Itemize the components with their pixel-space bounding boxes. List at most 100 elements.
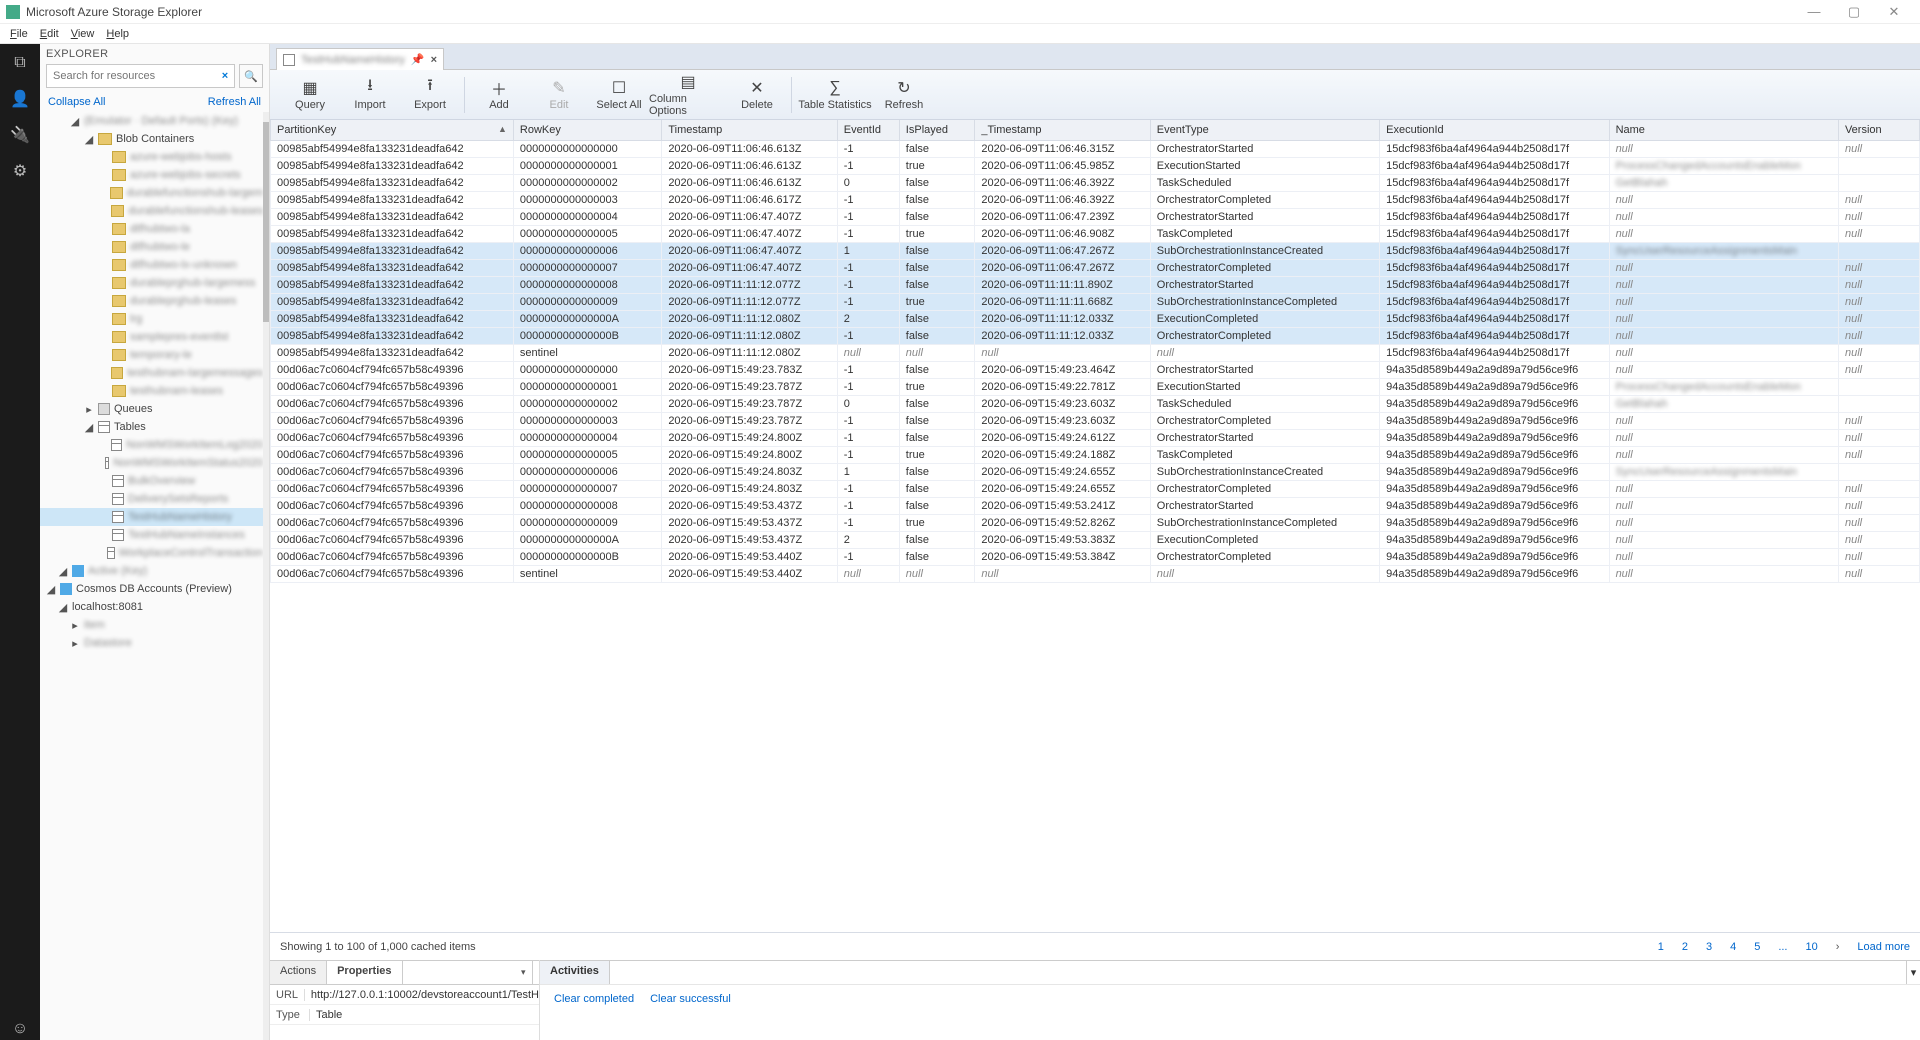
tree-item[interactable]: ◢Blob Containers [40,130,263,148]
page-link[interactable]: 4 [1730,941,1736,953]
maximize-button[interactable]: ▢ [1834,4,1874,20]
page-link[interactable]: 5 [1754,941,1760,953]
next-page-icon[interactable]: › [1836,941,1840,953]
expand-icon[interactable]: ◢ [58,601,68,614]
table-row[interactable]: 00d06ac7c0604cf794fc657b58c4939600000000… [271,498,1920,515]
menu-view[interactable]: View [65,28,101,40]
activities-dropdown[interactable]: ▾ [1906,961,1920,984]
table-row[interactable]: 00985abf54994e8fa133231deadfa64200000000… [271,277,1920,294]
tree-scrollbar[interactable] [263,112,269,1040]
table-row[interactable]: 00985abf54994e8fa133231deadfa64200000000… [271,243,1920,260]
clear-completed-link[interactable]: Clear completed [554,993,634,1005]
tree-item[interactable]: ▸ Datastore [40,634,263,652]
tab-active[interactable]: TestHubNameHistory 📌 × [276,48,444,70]
tab-activities[interactable]: Activities [540,961,610,984]
tree-item[interactable]: NonWMSWorkItemStatus2020 [40,454,263,472]
selectall-button[interactable]: ☐Select All [589,79,649,111]
refresh-all-link[interactable]: Refresh All [208,96,261,108]
feedback-icon[interactable]: ☺ [9,1018,31,1040]
tree-item[interactable]: azure-webjobs-secrets [40,166,263,184]
menu-file[interactable]: File [4,28,34,40]
expand-icon[interactable]: ▸ [84,403,94,416]
resource-tree[interactable]: ◢(Emulator · Default Ports) (Key)◢Blob C… [40,112,263,1040]
expand-icon[interactable]: ◢ [46,583,56,596]
table-row[interactable]: 00d06ac7c0604cf794fc657b58c4939600000000… [271,447,1920,464]
tree-item[interactable]: temporary-le [40,346,263,364]
tree-item[interactable]: ◢Cosmos DB Accounts (Preview) [40,580,263,598]
table-row[interactable]: 00d06ac7c0604cf794fc657b58c4939600000000… [271,362,1920,379]
tree-item[interactable]: ◢localhost:8081 [40,598,263,616]
connect-icon[interactable]: 🔌 [9,124,31,146]
tree-item[interactable]: ◢(Emulator · Default Ports) (Key) [40,112,263,130]
table-row[interactable]: 00985abf54994e8fa133231deadfa64200000000… [271,260,1920,277]
prop-url-value[interactable]: http://127.0.0.1:10002/devstoreaccount1/… [305,989,539,1001]
tree-item[interactable]: dtfhubtwo-la [40,220,263,238]
table-area[interactable]: PartitionKey▲RowKeyTimestampEventIdIsPla… [270,120,1920,932]
page-link[interactable]: 1 [1658,941,1664,953]
table-row[interactable]: 00985abf54994e8fa133231deadfa64200000000… [271,328,1920,345]
tab-actions[interactable]: Actions [270,961,327,984]
expand-icon[interactable]: ◢ [84,133,94,146]
column-header[interactable]: _Timestamp [975,120,1150,141]
tab-properties[interactable]: Properties [327,961,402,984]
columnopts-button[interactable]: ▤Column Options [649,73,727,117]
tree-item[interactable]: durableprghub-largemess [40,274,263,292]
tree-item[interactable]: NonWMSWorkItemLog2020 [40,436,263,454]
table-row[interactable]: 00985abf54994e8fa133231deadfa64200000000… [271,192,1920,209]
table-row[interactable]: 00985abf54994e8fa133231deadfa64200000000… [271,175,1920,192]
column-header[interactable]: RowKey [513,120,661,141]
column-header[interactable]: Version [1838,120,1919,141]
add-button[interactable]: ＋Add [469,79,529,111]
expand-icon[interactable]: ◢ [58,565,68,578]
column-header[interactable]: Name [1609,120,1838,141]
menu-edit[interactable]: Edit [34,28,65,40]
tree-item[interactable]: BulkOverview [40,472,263,490]
refresh-button[interactable]: ↻Refresh [874,79,934,111]
table-row[interactable]: 00985abf54994e8fa133231deadfa64200000000… [271,158,1920,175]
import-button[interactable]: ⭳Import [340,79,400,111]
column-header[interactable]: Timestamp [662,120,837,141]
tree-item[interactable]: ◢Tables [40,418,263,436]
table-row[interactable]: 00985abf54994e8fa133231deadfa64200000000… [271,226,1920,243]
tree-item[interactable]: TestHubNameInstances [40,526,263,544]
query-button[interactable]: ▦Query [280,79,340,111]
tree-item[interactable]: durableprghub-leases [40,292,263,310]
collapse-all-link[interactable]: Collapse All [48,96,105,108]
column-header[interactable]: EventId [837,120,899,141]
expand-icon[interactable]: ▸ [70,637,80,650]
column-header[interactable]: PartitionKey▲ [271,120,514,141]
column-header[interactable]: ExecutionId [1380,120,1609,141]
expand-icon[interactable]: ▸ [70,619,80,632]
table-row[interactable]: 00d06ac7c0604cf794fc657b58c4939600000000… [271,464,1920,481]
minimize-button[interactable]: — [1794,4,1834,19]
clear-search-icon[interactable]: × [215,64,235,88]
tree-item[interactable]: durablefunctionshub-leases [40,202,263,220]
tree-item[interactable]: DeliverySetsReports [40,490,263,508]
tree-item[interactable]: TestHubNameHistory [40,508,263,526]
table-row[interactable]: 00985abf54994e8fa133231deadfa64200000000… [271,209,1920,226]
table-row[interactable]: 00985abf54994e8fa133231deadfa64200000000… [271,294,1920,311]
table-row[interactable]: 00985abf54994e8fa133231deadfa64200000000… [271,141,1920,158]
tree-item[interactable]: testhubnam-leases [40,382,263,400]
load-more-link[interactable]: Load more [1857,941,1910,953]
close-button[interactable]: ✕ [1874,4,1914,20]
tree-item[interactable]: durablefunctionshub-largem [40,184,263,202]
accounts-icon[interactable]: 👤 [9,88,31,110]
page-link[interactable]: 10 [1805,941,1817,953]
expand-icon[interactable]: ◢ [70,115,80,128]
page-link[interactable]: ... [1778,941,1787,953]
tablestats-button[interactable]: ∑Table Statistics [796,79,874,111]
table-row[interactable]: 00d06ac7c0604cf794fc657b58c4939600000000… [271,481,1920,498]
table-row[interactable]: 00d06ac7c0604cf794fc657b58c4939600000000… [271,396,1920,413]
tree-item[interactable]: azure-webjobs-hosts [40,148,263,166]
tree-item[interactable]: samplepres-eventlst [40,328,263,346]
table-row[interactable]: 00d06ac7c0604cf794fc657b58c4939600000000… [271,379,1920,396]
export-button[interactable]: ⭱Export [400,79,460,111]
search-button[interactable]: 🔍 [239,64,263,88]
table-row[interactable]: 00d06ac7c0604cf794fc657b58c4939600000000… [271,430,1920,447]
explorer-icon[interactable]: ⧉ [9,52,31,74]
pin-icon[interactable]: 📌 [411,53,425,66]
search-input[interactable] [46,64,235,88]
table-row[interactable]: 00985abf54994e8fa133231deadfa642sentinel… [271,345,1920,362]
page-link[interactable]: 3 [1706,941,1712,953]
